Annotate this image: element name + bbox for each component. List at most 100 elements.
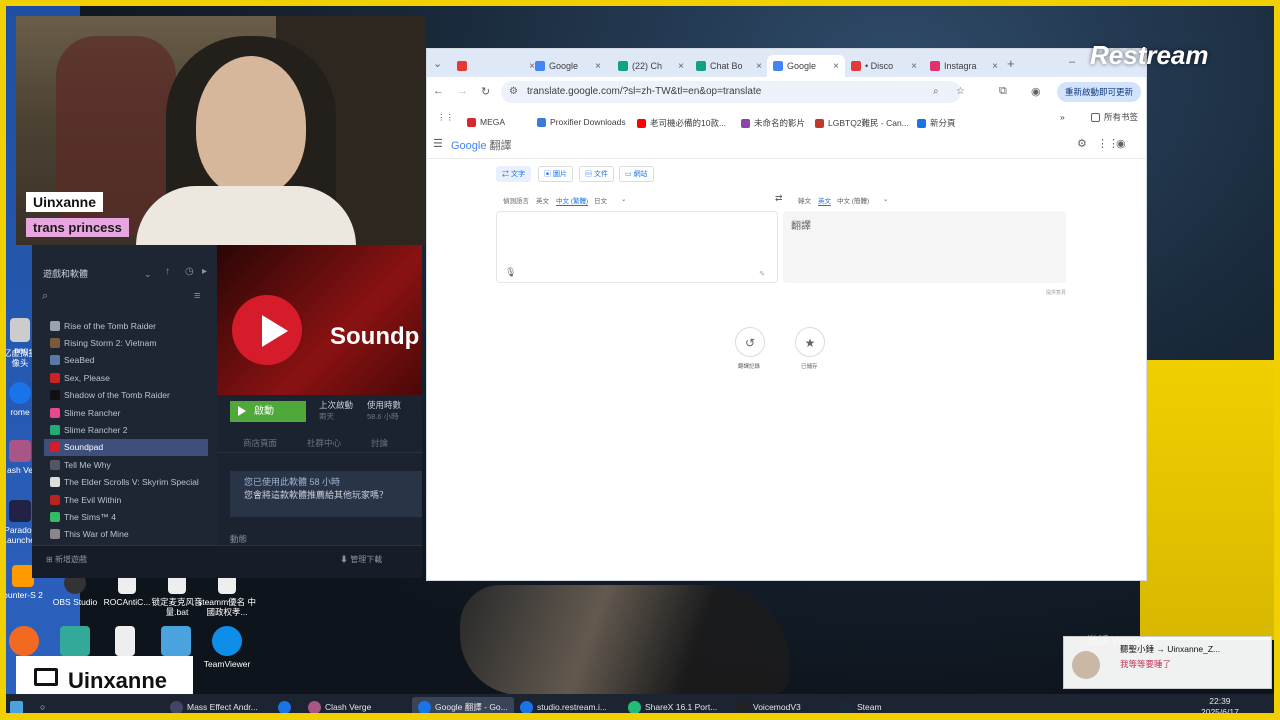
manage-downloads-button[interactable]: ⬇ 管理下載 — [340, 554, 382, 565]
tab-store-page[interactable]: 商店頁面 — [243, 437, 277, 449]
mode-websites[interactable]: ▭ 網站 — [619, 166, 654, 182]
notification-body: 我等等要睡了 — [1120, 659, 1172, 669]
zoom-icon[interactable]: ⌕ — [933, 81, 939, 103]
mode-documents[interactable]: ▤ 文件 — [579, 166, 614, 182]
lang-target-english[interactable]: 英文 — [818, 195, 831, 206]
play-button[interactable]: 啟動 — [230, 401, 306, 422]
saved-button[interactable]: ★ — [795, 327, 825, 357]
toolbar: ← → ↻ ⚙ translate.google.com/?sl=zh-TW&t… — [427, 77, 1146, 107]
microphone-icon[interactable]: 🎙 — [505, 267, 516, 278]
new-tab-icon[interactable]: + — [1007, 56, 1015, 71]
translation-output: 翻譯 — [783, 211, 1066, 283]
browser-tab[interactable]: • Disco × — [845, 55, 923, 77]
handwriting-icon[interactable]: ✎ — [759, 270, 765, 278]
game-title: Slime Rancher 2 — [64, 425, 128, 436]
site-info-icon[interactable]: ⚙ — [509, 81, 518, 103]
profile-icon[interactable]: ◉ — [1031, 85, 1041, 98]
source-text-input[interactable]: 🎙 ✎ — [496, 211, 778, 283]
chevron-down-icon[interactable]: ⌄ — [144, 265, 152, 283]
url-bar[interactable]: ⚙ translate.google.com/?sl=zh-TW&tl=en&o… — [501, 81, 965, 103]
game-list-item[interactable]: Slime Rancher 2 — [44, 421, 208, 438]
game-list-item[interactable]: Sex, Please — [44, 369, 208, 386]
browser-tab[interactable]: (22) Ch × — [612, 55, 690, 77]
more-bookmarks-icon[interactable]: » — [1060, 112, 1065, 122]
teamviewer-icon — [212, 626, 242, 656]
game-list-item[interactable]: SeaBed — [44, 352, 208, 369]
bookmark-label: MEGA — [480, 117, 506, 127]
forward-icon[interactable]: → — [457, 85, 468, 97]
game-list-item[interactable]: Tell Me Why — [44, 456, 208, 473]
filter-icon[interactable]: ≡ — [194, 290, 200, 302]
minimize-icon[interactable]: – — [1069, 56, 1075, 68]
close-tab-icon[interactable]: × — [833, 61, 845, 72]
send-feedback-link[interactable]: 提供意見 — [1046, 289, 1066, 296]
bookmark-star-icon[interactable]: ☆ — [956, 81, 965, 103]
close-tab-icon[interactable]: × — [595, 61, 607, 72]
bookmark-item[interactable]: Proxifier Downloads — [537, 117, 626, 127]
game-list-item[interactable]: This War of Mine — [44, 526, 208, 543]
game-list-item[interactable]: The Elder Scrolls V: Skyrim Special — [44, 474, 208, 491]
lang-target-chinese-simplified[interactable]: 中文 (簡體) — [837, 195, 869, 205]
app-icon — [278, 700, 291, 714]
lang-source-japanese[interactable]: 日文 — [594, 195, 607, 205]
browser-tab[interactable]: × — [451, 55, 541, 77]
search-icon[interactable]: ⌕ — [42, 290, 192, 306]
lang-source-chinese-traditional[interactable]: 中文 (繁體) — [556, 195, 589, 206]
game-list-item[interactable]: The Evil Within — [44, 491, 208, 508]
apps-icon[interactable]: ⋮⋮ — [437, 112, 454, 123]
lang-source-english[interactable]: 英文 — [536, 195, 549, 205]
game-list-item[interactable]: Rising Storm 2: Vietnam — [44, 334, 208, 351]
browser-tab[interactable]: Google × — [529, 55, 607, 77]
desktop-icon-teamviewer[interactable]: TeamViewer — [196, 626, 258, 669]
translate-header: ☰ Google 翻譯 ⚙ ⋮⋮ ◉ — [427, 129, 1146, 159]
back-icon[interactable]: ← — [433, 85, 444, 97]
tab-search-icon[interactable]: ⌄ — [433, 57, 442, 70]
sort-icon[interactable]: ↑ — [165, 266, 170, 277]
desktop-icon-steamm[interactable]: steamm優名 中國政权孝... — [196, 572, 258, 617]
add-game-button[interactable]: ⊞ 新增遊戲 — [46, 554, 87, 565]
clock-icon[interactable]: ◷ — [185, 266, 194, 277]
lang-detect[interactable]: 偵測語言 — [503, 195, 529, 205]
game-list-item[interactable]: Rise of the Tomb Raider — [44, 317, 208, 334]
mode-images[interactable]: ▣ 圖片 — [538, 166, 573, 182]
google-translate-logo[interactable]: Google 翻譯 — [451, 137, 512, 153]
mode-text[interactable]: ⇄ 文字 — [496, 166, 531, 182]
browser-tab[interactable]: Google × — [767, 55, 845, 77]
chevron-down-icon[interactable]: ⌄ — [621, 195, 626, 203]
play-circle-icon[interactable]: ▸ — [202, 266, 207, 277]
history-button[interactable]: ↺ — [735, 327, 765, 357]
bookmark-item[interactable]: LGBTQ2難民 - Can... — [815, 117, 909, 129]
bookmark-item[interactable]: 未命名的影片 — [741, 117, 805, 129]
account-avatar[interactable]: ◉ — [1116, 137, 1126, 150]
swap-languages-icon[interactable]: ⇄ — [775, 193, 783, 204]
browser-tab[interactable]: Chat Bo × — [690, 55, 768, 77]
game-title: Slime Rancher — [64, 407, 121, 418]
chevron-down-icon[interactable]: ⌄ — [883, 195, 888, 203]
browser-tab[interactable]: Instagra × — [924, 55, 1004, 77]
game-list-item[interactable]: The Sims™ 4 — [44, 508, 208, 525]
bookmark-item[interactable]: MEGA — [467, 117, 505, 127]
tab-discussions[interactable]: 討論 — [371, 437, 388, 449]
settings-icon[interactable]: ⚙ — [1077, 137, 1087, 150]
tab-community-hub[interactable]: 社群中心 — [307, 437, 341, 449]
close-tab-icon[interactable]: × — [911, 61, 923, 72]
stream-frame-bottom — [0, 713, 1280, 720]
close-tab-icon[interactable]: × — [678, 61, 690, 72]
steam-library-filter[interactable]: 遊戲和軟體 — [40, 265, 158, 283]
extensions-icon[interactable]: ⧉ — [999, 85, 1007, 98]
game-title: Sex, Please — [64, 372, 110, 383]
bookmark-favicon-icon — [815, 118, 824, 128]
game-list-item[interactable]: Slime Rancher — [44, 404, 208, 421]
relaunch-update-button[interactable]: 重新啟動即可更新 — [1057, 82, 1141, 102]
bookmark-item[interactable]: 新分頁 — [917, 117, 956, 129]
game-list-item[interactable]: Soundpad — [44, 438, 208, 457]
all-bookmarks-button[interactable]: 所有书签 — [1091, 111, 1138, 123]
chat-notification[interactable]: 聽聖小錘 → Uinxanne_Z... 我等等要睡了 — [1063, 636, 1272, 689]
game-list-item[interactable]: Shadow of the Tomb Raider — [44, 387, 208, 404]
bookmark-item[interactable]: 老司機必備的10款... — [637, 117, 726, 129]
close-tab-icon[interactable]: × — [992, 61, 1004, 72]
menu-icon[interactable]: ☰ — [433, 137, 443, 150]
lang-target-korean[interactable]: 韓文 — [798, 195, 811, 205]
reload-icon[interactable]: ↻ — [481, 85, 490, 98]
recommend-notice[interactable]: 您已使用此軟體 58 小時 您會將這款軟體推薦給其他玩家嗎？ — [230, 471, 422, 517]
